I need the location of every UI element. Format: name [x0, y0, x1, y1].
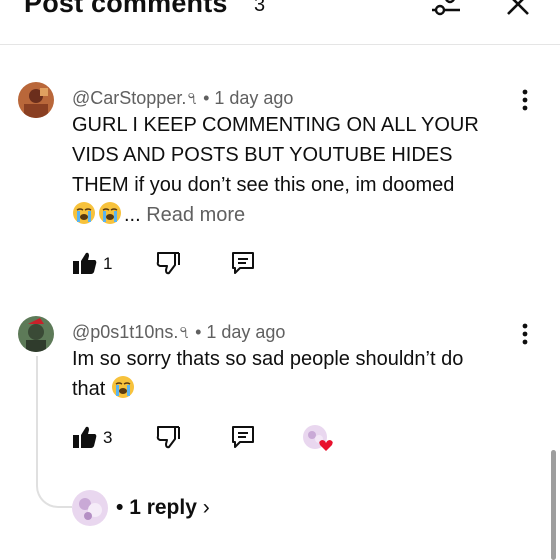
- avatar[interactable]: [18, 82, 54, 118]
- separator-dot: •: [116, 496, 130, 519]
- comment-author[interactable]: @CarStopper.৭: [72, 88, 198, 108]
- separator-dot: •: [195, 322, 207, 342]
- panel-title: Post comments: [24, 0, 228, 18]
- thumbs-up-icon[interactable]: [72, 425, 98, 449]
- comments-header: Post comments 3: [0, 0, 560, 45]
- close-icon[interactable]: [502, 0, 534, 22]
- creator-heart-icon: [303, 425, 333, 451]
- avatar[interactable]: [72, 490, 108, 526]
- loudly-crying-face-emoji: [111, 376, 134, 398]
- loudly-crying-face-emoji: [99, 202, 121, 224]
- comment-time: 1 day ago: [214, 88, 294, 108]
- comment-line: that: [72, 378, 106, 400]
- comment-line: VIDS AND POSTS BUT YOUTUBE HIDES: [72, 144, 453, 166]
- avatar[interactable]: [18, 316, 54, 352]
- comment-line-last: that: [72, 374, 463, 404]
- replies-count: 1 reply: [129, 496, 197, 519]
- comment-line: THEM if you don’t see this one, im doome…: [72, 174, 455, 196]
- more-vertical-icon[interactable]: [515, 322, 535, 346]
- comment-author[interactable]: @p0s1t10ns.৭: [72, 322, 190, 342]
- separator-dot: •: [203, 88, 215, 108]
- reply-comment-icon[interactable]: [230, 250, 256, 276]
- scrollbar[interactable]: [551, 450, 556, 560]
- comment-line: Im so sorry thats so sad people shouldn’…: [72, 348, 464, 370]
- reply-comment-icon[interactable]: [230, 424, 256, 450]
- read-more-link[interactable]: Read more: [146, 204, 245, 226]
- comment-text: GURL I KEEP COMMENTING ON ALL YOUR VIDS …: [72, 110, 479, 230]
- thumbs-up-icon[interactable]: [72, 251, 98, 275]
- thread-connector: [36, 356, 72, 508]
- like-count: 3: [103, 428, 113, 447]
- chevron-right-icon: ›: [202, 496, 210, 519]
- more-vertical-icon[interactable]: [515, 88, 535, 112]
- comment-line: GURL I KEEP COMMENTING ON ALL YOUR: [72, 114, 479, 136]
- view-replies-button[interactable]: • 1 reply ›: [116, 496, 210, 520]
- comment-text: Im so sorry thats so sad people shouldn’…: [72, 344, 463, 404]
- ellipsis: ...: [124, 204, 141, 226]
- thumbs-down-icon[interactable]: [155, 251, 181, 275]
- comment-line-last: ... Read more: [72, 200, 479, 230]
- like-count: 1: [103, 254, 113, 273]
- comment-time: 1 day ago: [206, 322, 286, 342]
- loudly-crying-face-emoji: [73, 202, 95, 224]
- filter-sliders-icon[interactable]: [428, 0, 464, 22]
- thumbs-down-icon[interactable]: [155, 425, 181, 449]
- comment-count: 3: [254, 0, 266, 16]
